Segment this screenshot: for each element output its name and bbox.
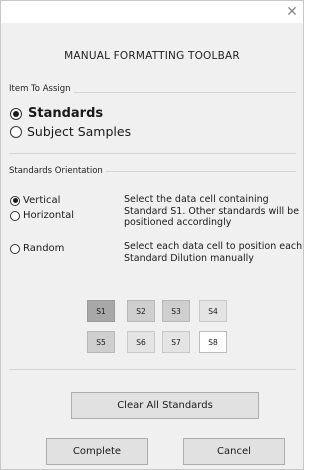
radio-horizontal[interactable]: Horizontal: [10, 210, 74, 221]
standard-s5-button[interactable]: S5: [87, 331, 115, 353]
item-to-assign-label: Item To Assign: [9, 84, 74, 94]
standard-s6-button[interactable]: S6: [127, 331, 155, 353]
standard-s2-button[interactable]: S2: [127, 300, 155, 322]
radio-standards[interactable]: Standards: [10, 106, 103, 121]
radio-button[interactable]: [10, 243, 20, 254]
divider: [9, 369, 296, 370]
dialog-title: MANUAL FORMATTING TOOLBAR: [64, 50, 240, 62]
standard-s3-button[interactable]: S3: [162, 300, 190, 322]
radio-standards-label: Standards: [28, 106, 104, 121]
group-divider: [9, 153, 296, 154]
orientation-description-random: Select each data cell to position each S…: [124, 241, 303, 264]
title-bar: ✕: [1, 1, 303, 23]
radio-random-label: Random: [23, 243, 65, 254]
standard-s7-button[interactable]: S7: [162, 331, 190, 353]
radio-button[interactable]: [10, 195, 20, 206]
radio-subject-samples-label: Subject Samples: [27, 124, 132, 139]
radio-button[interactable]: [10, 210, 20, 221]
radio-horizontal-label: Horizontal: [23, 210, 75, 221]
toolbar-window: ✕ MANUAL FORMATTING TOOLBAR Item To Assi…: [0, 0, 304, 470]
close-icon[interactable]: ✕: [283, 3, 301, 21]
cancel-button[interactable]: Cancel: [183, 438, 285, 465]
radio-subject-samples[interactable]: Subject Samples: [10, 124, 131, 139]
clear-all-standards-button[interactable]: Clear All Standards: [71, 392, 259, 419]
complete-button[interactable]: Complete: [46, 438, 148, 465]
orientation-description-linear: Select the data cell containing Standard…: [124, 194, 300, 228]
radio-button[interactable]: [10, 125, 22, 138]
standard-s1-button[interactable]: S1: [87, 300, 115, 322]
radio-random[interactable]: Random: [10, 243, 64, 254]
radio-vertical-label: Vertical: [23, 195, 61, 206]
standards-orientation-label: Standards Orientation: [9, 166, 106, 176]
radio-button[interactable]: [10, 107, 22, 120]
radio-vertical[interactable]: Vertical: [10, 195, 60, 206]
standard-s8-button[interactable]: S8: [199, 331, 227, 353]
standard-s4-button[interactable]: S4: [199, 300, 227, 322]
